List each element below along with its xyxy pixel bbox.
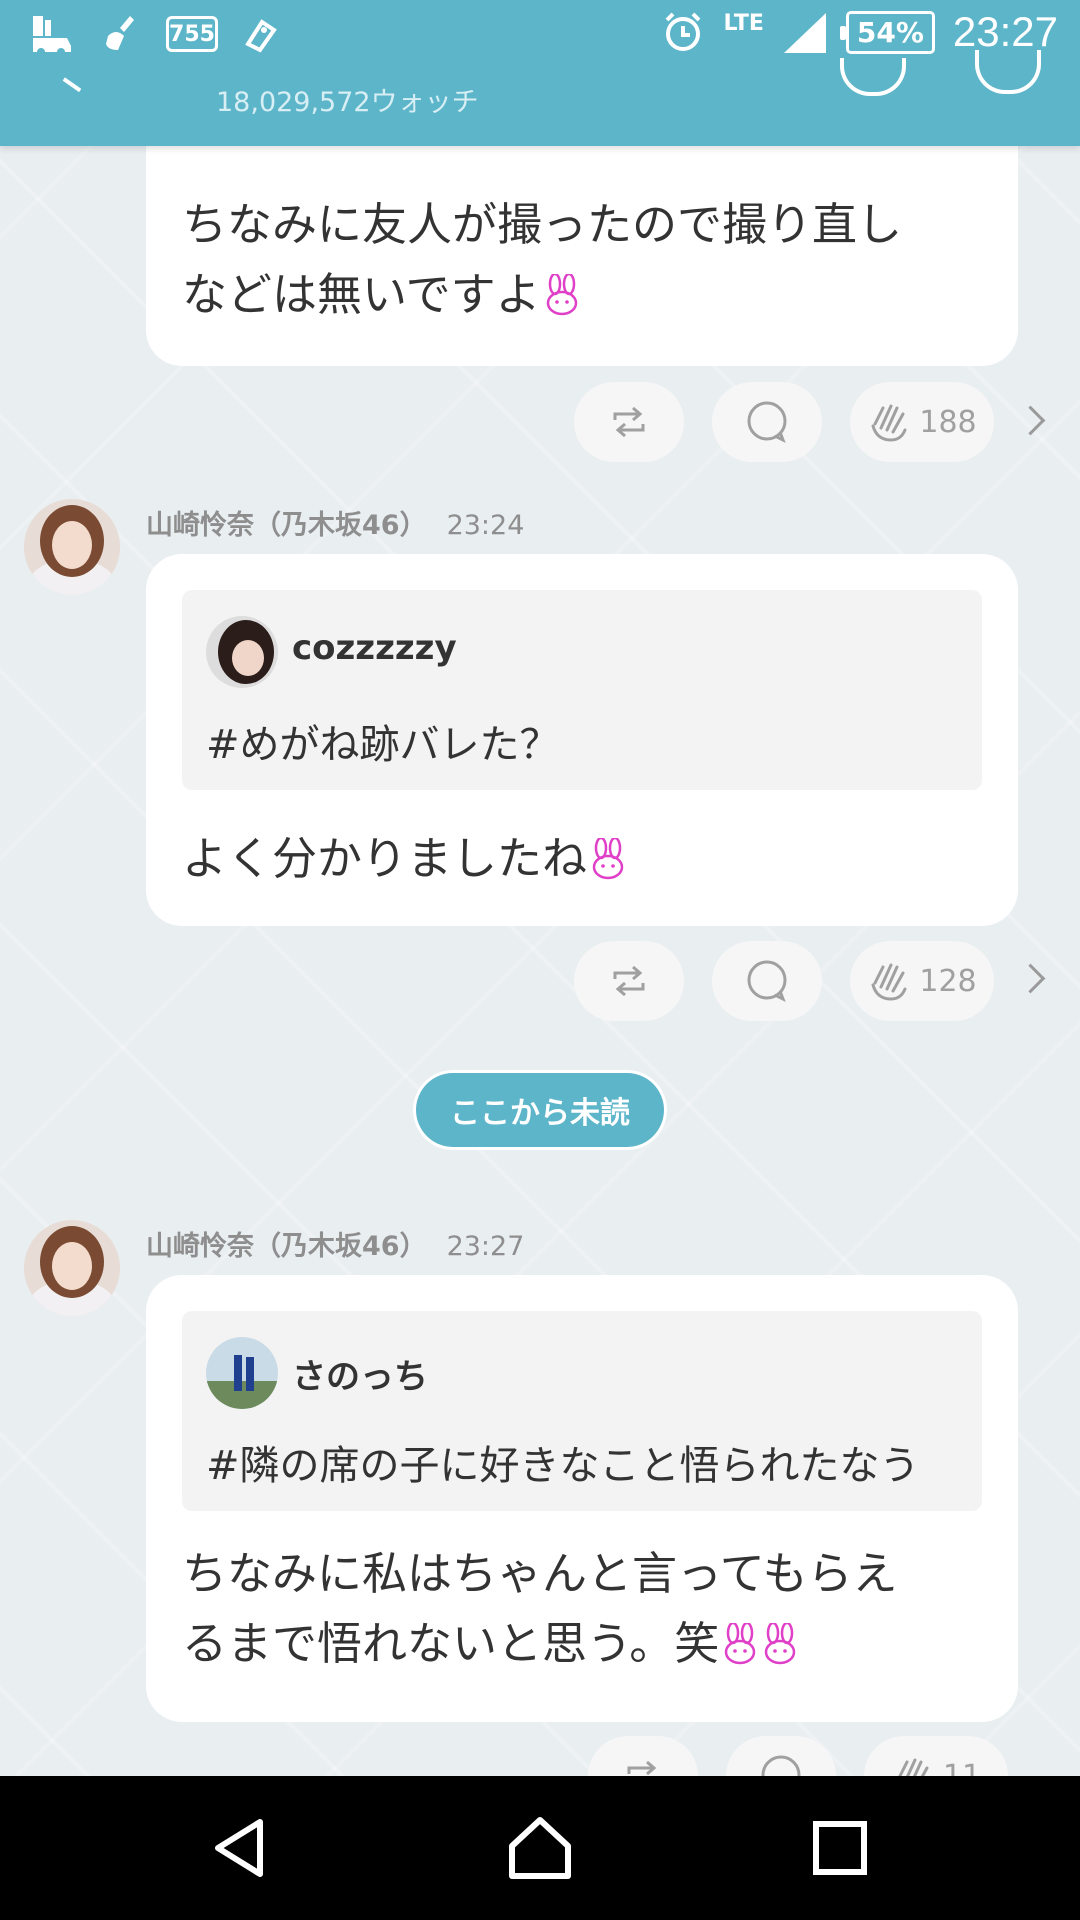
unread-marker-button[interactable]: ここから未読 xyxy=(416,1073,664,1147)
sender-name: 山崎怜奈（乃木坂46） xyxy=(146,1231,427,1262)
comment-icon xyxy=(747,960,787,1003)
app-755-icon: 755 xyxy=(166,12,218,56)
repost-button[interactable] xyxy=(574,941,684,1021)
message-line: ちなみに私はちゃんと言ってもらえ xyxy=(182,1547,898,1600)
notification-icons: 755 xyxy=(28,12,286,56)
message-line-text: よく分かりましたね xyxy=(182,832,588,885)
clap-button[interactable]: 188 xyxy=(850,382,994,462)
clap-count: 128 xyxy=(919,963,977,999)
quoted-avatar xyxy=(206,616,278,688)
message-actions: 188 xyxy=(574,382,994,462)
clap-button[interactable]: 128 xyxy=(850,941,994,1021)
message-text: ちなみに私はちゃんと言ってもらえ るまで悟れないと思う。笑 xyxy=(146,1539,934,1679)
repost-icon xyxy=(613,406,645,438)
tag-icon xyxy=(238,12,286,56)
signal-icon xyxy=(783,13,826,53)
rabbit-emoji-icon xyxy=(725,1623,756,1665)
home-icon xyxy=(509,1817,571,1879)
nav-home-button[interactable] xyxy=(480,1776,600,1920)
back-triangle-icon xyxy=(215,1819,263,1877)
quoted-text: #めがね跡バレた？ xyxy=(206,722,560,768)
recents-square-icon xyxy=(813,1821,867,1875)
rabbit-emoji-icon xyxy=(592,838,624,880)
quoted-post[interactable]: さのっち #隣の席の子に好きなこと悟られたなう xyxy=(182,1311,982,1511)
share-icon[interactable] xyxy=(840,58,906,96)
clock: 23:27 xyxy=(952,8,1058,55)
message-line: などは無いですよ xyxy=(182,260,982,330)
nav-back-button[interactable] xyxy=(180,1776,300,1920)
repost-button[interactable] xyxy=(574,382,684,462)
watch-count: 18,029,572ウォッチ xyxy=(216,87,479,118)
sender-info: 山崎怜奈（乃木坂46） 23:24 xyxy=(146,503,524,542)
info-icon[interactable] xyxy=(975,50,1041,94)
quoted-avatar xyxy=(206,1337,278,1409)
quoted-username: cozzzzzy xyxy=(292,628,457,668)
comment-button[interactable] xyxy=(712,382,822,462)
message-line: るまで悟れないと思う。笑 xyxy=(182,1609,898,1679)
avatar[interactable] xyxy=(24,499,120,595)
clap-icon xyxy=(871,963,907,1001)
car-icon xyxy=(28,12,76,56)
message-line-text: るまで悟れないと思う。笑 xyxy=(182,1617,720,1670)
message-time: 23:24 xyxy=(446,510,525,541)
comment-icon xyxy=(747,401,787,444)
message-actions: 128 xyxy=(574,941,994,1021)
quoted-username: さのっち xyxy=(292,1357,428,1397)
rabbit-emoji-icon xyxy=(546,274,577,316)
status-bar: 755 LTE 54% 23:27 xyxy=(0,0,1080,72)
message-line-text: などは無いですよ xyxy=(182,268,541,321)
avatar[interactable] xyxy=(24,1220,120,1316)
message-time: 23:27 xyxy=(446,1231,525,1262)
sender-info: 山崎怜奈（乃木坂46） 23:27 xyxy=(146,1224,524,1263)
message-text: よく分かりましたね xyxy=(146,824,663,894)
repost-icon xyxy=(613,965,645,997)
battery-indicator: 54% xyxy=(839,10,935,54)
clap-icon xyxy=(871,404,907,442)
rabbit-emoji-icon xyxy=(765,1623,796,1665)
comment-button[interactable] xyxy=(712,941,822,1021)
alarm-icon xyxy=(666,12,701,51)
app-755-label: 755 xyxy=(166,16,218,52)
system-nav-bar xyxy=(0,1776,1080,1920)
quoted-post[interactable]: cozzzzzy #めがね跡バレた？ xyxy=(182,590,982,790)
message-line: ちなみに友人が撮ったので撮り直し xyxy=(182,198,903,251)
quoted-text: #隣の席の子に好きなこと悟られたなう xyxy=(206,1443,920,1489)
system-status: LTE 54% 23:27 xyxy=(661,8,1058,56)
broom-icon xyxy=(98,12,146,56)
network-type: LTE xyxy=(723,10,764,36)
message-card: cozzzzzy #めがね跡バレた？ よく分かりましたね xyxy=(146,554,1018,926)
sender-name: 山崎怜奈（乃木坂46） xyxy=(146,510,427,541)
clap-count: 188 xyxy=(919,404,977,440)
app-header: 755 LTE 54% 23:27 18,029,572ウォッチ xyxy=(0,0,1080,146)
message-card: さのっち #隣の席の子に好きなこと悟られたなう ちなみに私はちゃんと言ってもらえ… xyxy=(146,1275,1018,1722)
nav-recents-button[interactable] xyxy=(780,1776,900,1920)
